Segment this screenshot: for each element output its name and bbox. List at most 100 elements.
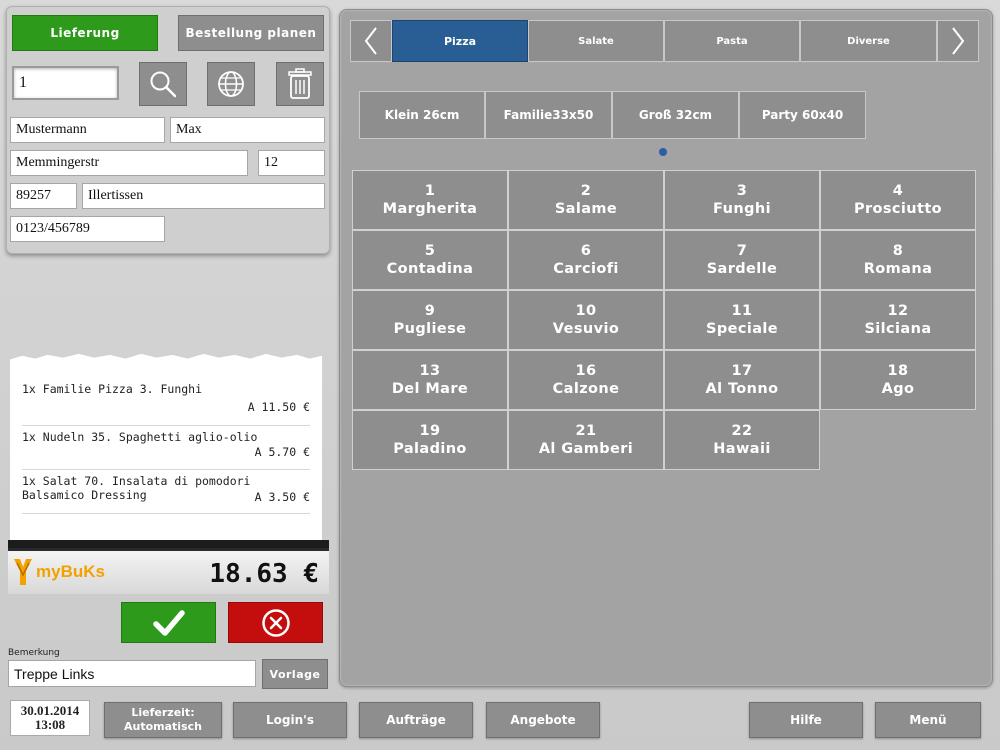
product-number: 6	[580, 243, 592, 259]
product-number: 16	[575, 363, 597, 379]
product-button[interactable]: 17 Al Tonno	[664, 350, 820, 410]
trash-icon	[288, 68, 312, 99]
product-name: Paladino	[393, 441, 467, 457]
datetime-display: 30.01.2014 13:08	[10, 700, 90, 736]
product-button[interactable]: 21 Al Gamberi	[508, 410, 664, 470]
remark-label: Bemerkung	[8, 648, 60, 658]
receipt-item[interactable]: 1x Familie Pizza 3. Funghi A 11.50 €	[22, 382, 310, 426]
product-button[interactable]: 2 Salame	[508, 170, 664, 230]
product-number: 13	[419, 363, 441, 379]
map-button[interactable]	[207, 62, 255, 106]
receipt-item-price: A 3.50 €	[254, 490, 310, 504]
product-name: Calzone	[552, 381, 620, 397]
receipt-item-text: 1x Nudeln 35. Spaghetti aglio-olio	[22, 430, 258, 444]
product-button[interactable]: 12 Silciana	[820, 290, 976, 350]
close-icon	[261, 608, 290, 637]
product-button[interactable]: 4 Prosciutto	[820, 170, 976, 230]
customer-number-input[interactable]: 1	[12, 66, 119, 100]
product-number: 17	[731, 363, 753, 379]
offers-button[interactable]: Angebote	[486, 702, 600, 738]
size-small-button[interactable]: Klein 26cm	[359, 91, 485, 139]
delivery-time-button[interactable]: Lieferzeit: Automatisch	[104, 702, 222, 738]
product-button[interactable]: 10 Vesuvio	[508, 290, 664, 350]
tab-salate[interactable]: Salate	[528, 20, 664, 62]
product-number: 3	[736, 183, 748, 199]
product-name: Margherita	[382, 201, 478, 217]
delivery-button[interactable]: Lieferung	[12, 15, 158, 51]
product-name: Salame	[554, 201, 618, 217]
tab-pasta[interactable]: Pasta	[664, 20, 800, 62]
logo-text: myBuKs	[36, 562, 105, 581]
help-button[interactable]: Hilfe	[749, 702, 863, 738]
product-name: Al Gamberi	[538, 441, 634, 457]
product-button[interactable]: 22 Hawaii	[664, 410, 820, 470]
product-button[interactable]: 18 Ago	[820, 350, 976, 410]
size-large-button[interactable]: Groß 32cm	[612, 91, 739, 139]
house-number-field[interactable]: 12	[258, 150, 325, 176]
product-number: 11	[731, 303, 753, 319]
product-button[interactable]: 16 Calzone	[508, 350, 664, 410]
product-number: 2	[580, 183, 592, 199]
product-name: Del Mare	[391, 381, 469, 397]
tab-diverse[interactable]: Diverse	[800, 20, 937, 62]
order-total: 18.63 €	[209, 559, 319, 589]
logo: myBuKs	[12, 557, 105, 587]
menu-button[interactable]: Menü	[875, 702, 981, 738]
first-name-field[interactable]: Max	[170, 117, 325, 143]
product-number: 5	[424, 243, 436, 259]
remark-input[interactable]: Treppe Links	[8, 660, 256, 687]
search-icon	[150, 71, 177, 98]
product-button[interactable]: 5 Contadina	[352, 230, 508, 290]
product-number: 1	[424, 183, 436, 199]
delete-button[interactable]	[276, 62, 324, 106]
receipt-item[interactable]: 1x Salat 70. Insalata di pomodori Balsam…	[22, 474, 310, 514]
zip-field[interactable]: 89257	[10, 183, 77, 209]
product-number: 21	[575, 423, 597, 439]
product-button[interactable]: 8 Romana	[820, 230, 976, 290]
product-name: Hawaii	[713, 441, 771, 457]
product-button[interactable]: 3 Funghi	[664, 170, 820, 230]
phone-field[interactable]: 0123/456789	[10, 216, 165, 242]
product-number: 4	[892, 183, 904, 199]
chevron-left-icon	[364, 27, 377, 55]
product-button[interactable]: 7 Sardelle	[664, 230, 820, 290]
category-prev-button[interactable]	[350, 20, 392, 62]
size-family-button[interactable]: Familie33x50	[485, 91, 612, 139]
product-button[interactable]: 9 Pugliese	[352, 290, 508, 350]
cancel-button[interactable]	[228, 602, 323, 643]
mybuks-logo-icon	[14, 559, 32, 585]
orders-button[interactable]: Aufträge	[359, 702, 473, 738]
product-name: Ago	[881, 381, 915, 397]
product-button[interactable]: 1 Margherita	[352, 170, 508, 230]
product-name: Romana	[863, 261, 933, 277]
logins-button[interactable]: Login's	[233, 702, 347, 738]
product-number: 19	[419, 423, 441, 439]
tab-pizza[interactable]: Pizza	[392, 20, 528, 62]
size-party-button[interactable]: Party 60x40	[739, 91, 866, 139]
product-button[interactable]: 19 Paladino	[352, 410, 508, 470]
template-button[interactable]: Vorlage	[262, 659, 328, 689]
product-button[interactable]: 11 Speciale	[664, 290, 820, 350]
product-name: Carciofi	[553, 261, 619, 277]
search-button[interactable]	[139, 62, 187, 106]
chevron-right-icon	[952, 27, 965, 55]
product-number: 8	[892, 243, 904, 259]
plan-order-button[interactable]: Bestellung planen	[178, 15, 324, 51]
date-text: 30.01.2014	[20, 703, 80, 718]
confirm-button[interactable]	[121, 602, 216, 643]
last-name-field[interactable]: Mustermann	[10, 117, 165, 143]
street-field[interactable]: Memmingerstr	[10, 150, 248, 176]
product-name: Al Tonno	[705, 381, 779, 397]
order-receipt: 1x Familie Pizza 3. Funghi A 11.50 € 1x …	[10, 353, 322, 540]
product-name: Speciale	[705, 321, 778, 337]
product-button[interactable]: 6 Carciofi	[508, 230, 664, 290]
product-button[interactable]: 13 Del Mare	[352, 350, 508, 410]
city-field[interactable]: Illertissen	[82, 183, 325, 209]
category-next-button[interactable]	[937, 20, 979, 62]
product-number: 12	[887, 303, 909, 319]
product-name: Vesuvio	[552, 321, 620, 337]
product-number: 9	[424, 303, 436, 319]
receipt-item[interactable]: 1x Nudeln 35. Spaghetti aglio-olio A 5.7…	[22, 430, 310, 470]
receipt-item-price: A 5.70 €	[254, 445, 310, 459]
product-number: 10	[575, 303, 597, 319]
